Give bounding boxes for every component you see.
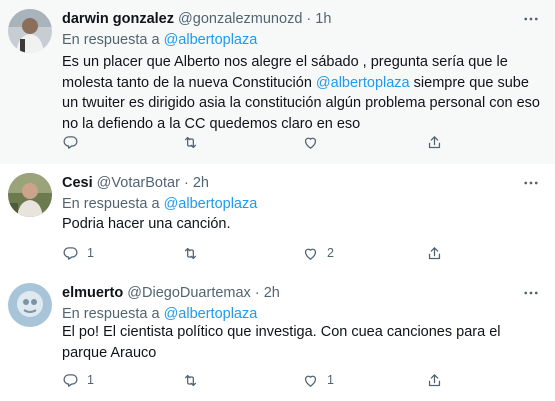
reply-prefix: En respuesta a: [62, 196, 160, 212]
author-name[interactable]: darwin gonzalez: [62, 11, 174, 27]
retweet-icon: [184, 136, 197, 148]
tweet-time[interactable]: 2h: [193, 175, 209, 191]
avatar[interactable]: [8, 9, 52, 53]
more-button[interactable]: [521, 173, 541, 193]
share-icon: [428, 135, 441, 148]
tweet-time[interactable]: 2h: [264, 285, 280, 301]
share-icon: [428, 246, 441, 259]
reply-count: 1: [87, 246, 94, 260]
reply-button[interactable]: [62, 131, 87, 153]
tweet-header: Cesi @VotarBotar · 2h: [62, 173, 513, 193]
retweet-button[interactable]: [182, 369, 207, 391]
tweet-actions: [62, 131, 492, 153]
reply-button[interactable]: 1: [62, 242, 94, 264]
more-button[interactable]: [521, 9, 541, 29]
retweet-icon: [184, 247, 197, 259]
reply-to-mention[interactable]: @albertoplaza: [164, 196, 258, 212]
avatar[interactable]: [8, 283, 52, 327]
tweet-card[interactable]: elmuerto @DiegoDuartemax · 2h En respues…: [0, 272, 555, 401]
more-icon: [524, 291, 538, 295]
like-icon: [304, 375, 317, 387]
more-icon: [524, 17, 538, 21]
reply-prefix: En respuesta a: [62, 306, 160, 322]
reply-icon: [63, 373, 78, 387]
reply-count: 1: [87, 373, 94, 387]
like-count: 2: [327, 246, 334, 260]
tweet-text: El po! El cientista político que investi…: [62, 324, 501, 361]
tweet-card[interactable]: Cesi @VotarBotar · 2h En respuesta a @al…: [0, 164, 555, 273]
tweet-time[interactable]: 1h: [315, 11, 331, 27]
reply-button[interactable]: 1: [62, 369, 94, 391]
tweet-actions: 1 1: [62, 369, 492, 391]
like-icon: [304, 248, 317, 260]
reply-to-line: En respuesta a @albertoplaza: [62, 194, 257, 214]
share-button[interactable]: [426, 369, 443, 391]
author-name[interactable]: Cesi: [62, 175, 93, 191]
like-button[interactable]: 1: [302, 369, 334, 391]
retweet-button[interactable]: [182, 131, 207, 153]
like-button[interactable]: [302, 131, 327, 153]
reply-to-line: En respuesta a @albertoplaza: [62, 304, 257, 324]
like-count: 1: [327, 373, 334, 387]
share-icon: [428, 373, 441, 386]
retweet-button[interactable]: [182, 242, 207, 264]
separator-dot: ·: [306, 11, 312, 27]
reply-prefix: En respuesta a: [62, 32, 160, 48]
reply-icon: [63, 135, 78, 149]
like-icon: [304, 137, 317, 149]
tweet-header: darwin gonzalez @gonzalezmunozd · 1h: [62, 9, 513, 29]
separator-dot: ·: [254, 285, 260, 301]
like-button[interactable]: 2: [302, 242, 334, 264]
retweet-icon: [184, 374, 197, 386]
tweet-actions: 1 2: [62, 242, 492, 264]
author-handle[interactable]: @VotarBotar: [97, 175, 180, 191]
author-name[interactable]: elmuerto: [62, 285, 123, 301]
reply-icon: [63, 246, 78, 260]
reply-to-line: En respuesta a @albertoplaza: [62, 30, 257, 50]
separator-dot: ·: [183, 175, 189, 191]
more-icon: [524, 181, 538, 185]
reply-to-mention[interactable]: @albertoplaza: [164, 306, 258, 322]
author-handle[interactable]: @gonzalezmunozd: [178, 11, 302, 27]
tweet-header: elmuerto @DiegoDuartemax · 2h: [62, 283, 513, 303]
avatar[interactable]: [8, 173, 52, 217]
tweet-text: Podria hacer una canción.: [62, 216, 231, 232]
tweet-card[interactable]: darwin gonzalez @gonzalezmunozd · 1h En …: [0, 0, 555, 165]
share-button[interactable]: [426, 131, 443, 153]
reply-to-mention[interactable]: @albertoplaza: [164, 32, 258, 48]
share-button[interactable]: [426, 242, 443, 264]
more-button[interactable]: [521, 283, 541, 303]
author-handle[interactable]: @DiegoDuartemax: [127, 285, 251, 301]
tweet-text: Es un placer que Alberto nos alegre el s…: [62, 52, 541, 134]
inline-mention[interactable]: @albertoplaza: [316, 75, 410, 91]
